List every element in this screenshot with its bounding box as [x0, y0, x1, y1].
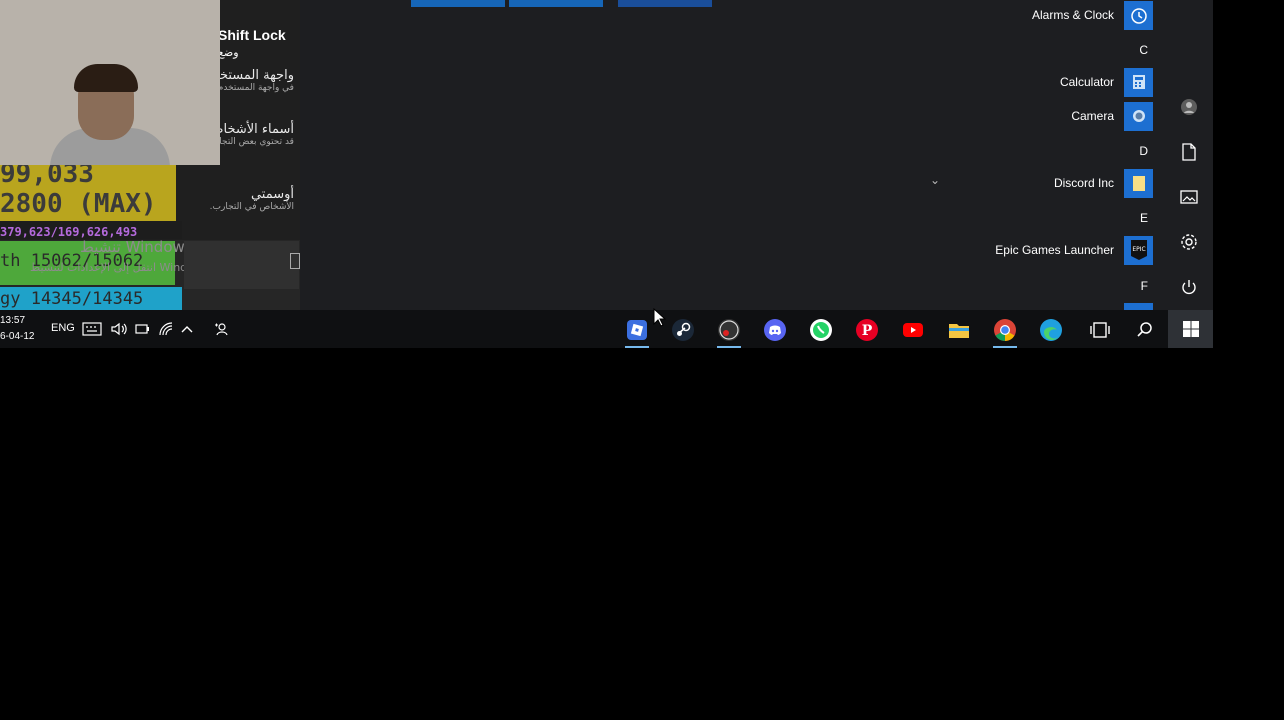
clock-time: 13:57 [0, 315, 26, 326]
clock[interactable]: 13:57 6-04-12 [0, 313, 34, 345]
webcam-feed [0, 0, 220, 165]
app-label: Epic Games Launcher [995, 243, 1114, 257]
app-icon-partial [1124, 303, 1153, 310]
activate-windows-subtitle: انتقل إلى الإعدادات لتنشيط Windows [30, 261, 209, 274]
search-icon[interactable] [1130, 315, 1160, 345]
tile-button[interactable] [509, 0, 603, 7]
game-window: Shift Lock وضع واجهة المستخدم في واجهة ا… [0, 0, 300, 310]
active-indicator [993, 346, 1017, 348]
app-item-camera[interactable]: Camera [1071, 101, 1153, 131]
pinterest-icon[interactable]: P [852, 315, 882, 345]
app-item-epic-games[interactable]: Epic Games Launcher EPIC [995, 235, 1153, 265]
pictures-icon[interactable] [1177, 185, 1201, 209]
game-dialog [184, 241, 299, 289]
file-explorer-icon[interactable] [944, 315, 974, 345]
camera-icon [1124, 101, 1153, 131]
tile-button[interactable] [411, 0, 505, 7]
app-label: Discord Inc [1053, 176, 1114, 190]
active-indicator [717, 346, 741, 348]
power-icon[interactable] [1177, 275, 1201, 299]
obs-icon[interactable] [714, 315, 744, 348]
calculator-icon [1124, 67, 1153, 97]
mouse-cursor-icon [653, 307, 667, 332]
setting-badges[interactable]: أوسمتي الأشخاص في التجارب. [174, 187, 294, 212]
volume-icon[interactable] [109, 319, 129, 339]
webcam-person-hair [74, 64, 138, 92]
app-label: Calculator [1059, 75, 1114, 89]
start-rail [1165, 0, 1213, 310]
stat-purple-bar: 379,623/169,626,493 [0, 221, 182, 239]
stat-yellow-bar: 99,033 2800 (MAX) [0, 159, 176, 223]
shift-lock-ar: وضع [218, 47, 239, 59]
stat-cyan-bar: gy 14345/14345 [0, 287, 182, 310]
wifi-icon[interactable] [156, 319, 176, 339]
alarm-clock-icon [1124, 0, 1153, 30]
section-letter[interactable]: D [1139, 144, 1148, 158]
discord-icon[interactable] [760, 315, 790, 345]
app-item-calculator[interactable]: Calculator [1060, 67, 1153, 97]
whatsapp-icon[interactable] [806, 315, 836, 345]
folder-icon [1124, 168, 1153, 198]
svg-text:P: P [862, 323, 873, 339]
tile-button[interactable] [618, 0, 712, 7]
user-avatar-icon[interactable] [1177, 95, 1201, 119]
stat-max-value: 2800 (MAX) [0, 189, 157, 219]
edge-icon[interactable] [1036, 315, 1066, 345]
keyboard-icon[interactable] [82, 319, 102, 339]
app-list: Alarms & Clock C Calculator Camera D Dis… [853, 0, 1153, 310]
svg-text:EPIC: EPIC [1132, 246, 1145, 253]
shift-lock-text: Shift Lock [218, 27, 286, 43]
windows-logo-icon [1182, 321, 1199, 337]
app-item-discord[interactable]: Discord Inc [1054, 168, 1153, 198]
document-icon[interactable] [290, 253, 300, 269]
roblox-icon[interactable] [622, 315, 652, 348]
stat-purple-value: 379,623/169,626,493 [0, 225, 138, 239]
screen: ⌄ Alarms & Clock C Calculator Camera D D… [0, 0, 1213, 348]
chevron-up-icon[interactable] [177, 319, 197, 339]
start-button[interactable] [1168, 310, 1213, 348]
start-menu: ⌄ Alarms & Clock C Calculator Camera D D… [300, 0, 1213, 310]
activate-windows-title: تنشيط Windows [80, 238, 193, 256]
stat-cyan-value: gy 14345/14345 [0, 289, 144, 309]
taskbar: 13:57 6-04-12 ENG P [0, 310, 1213, 348]
language-indicator[interactable]: ENG [51, 322, 75, 334]
epic-games-icon: EPIC [1124, 235, 1153, 265]
people-icon[interactable] [211, 319, 231, 339]
setting-title: أوسمتي [250, 187, 294, 202]
chrome-icon[interactable] [990, 315, 1020, 348]
active-indicator [625, 346, 649, 348]
youtube-icon[interactable] [898, 315, 928, 345]
settings-gear-icon[interactable] [1177, 230, 1201, 254]
shift-lock-label[interactable]: Shift Lock وضع [218, 27, 300, 59]
section-letter[interactable]: C [1139, 43, 1148, 57]
app-label: Alarms & Clock [1031, 8, 1114, 22]
document-icon[interactable] [1177, 140, 1201, 164]
battery-icon[interactable] [132, 319, 152, 339]
clock-date: 6-04-12 [0, 331, 35, 342]
section-letter[interactable]: E [1140, 211, 1148, 225]
app-label: Camera [1071, 109, 1114, 123]
app-item-alarms[interactable]: Alarms & Clock [1032, 0, 1153, 30]
task-view-icon[interactable] [1085, 315, 1115, 345]
section-letter[interactable]: F [1141, 279, 1148, 293]
steam-icon[interactable] [668, 315, 698, 345]
setting-subtitle: الأشخاص في التجارب. [209, 202, 294, 212]
